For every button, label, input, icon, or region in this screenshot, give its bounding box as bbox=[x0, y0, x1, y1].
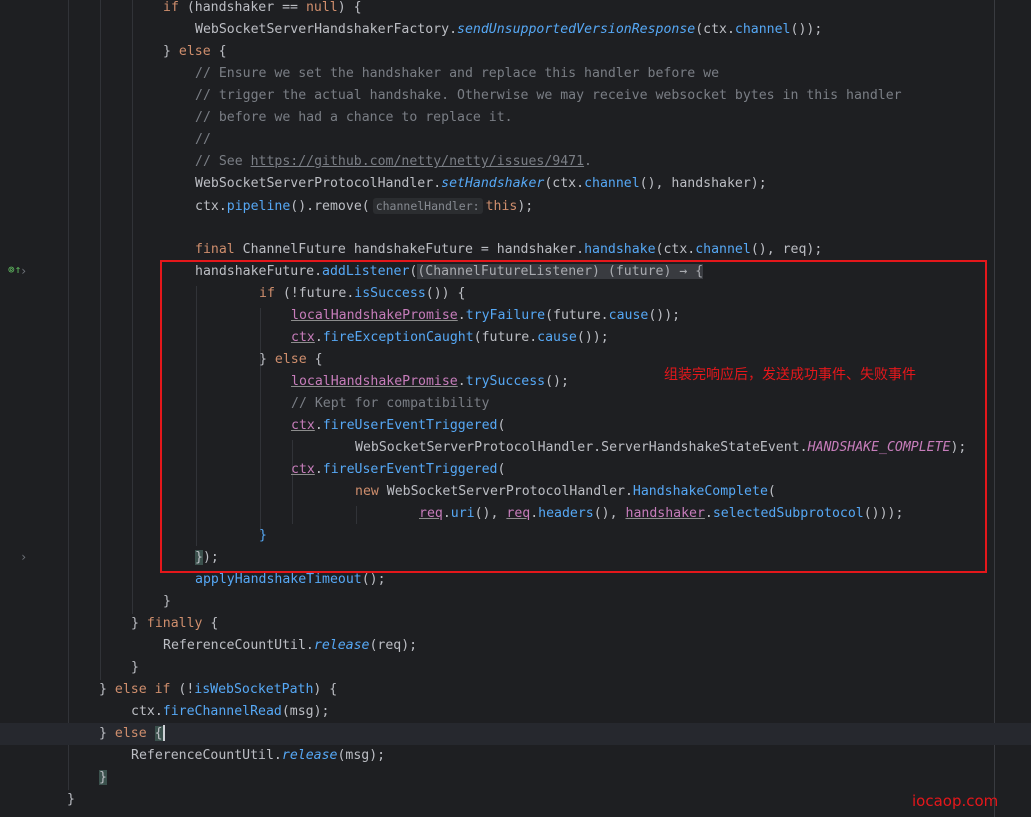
token: ) { bbox=[313, 682, 338, 697]
token: } bbox=[163, 594, 171, 609]
code-line[interactable]: // See https://github.com/netty/netty/is… bbox=[0, 151, 1031, 173]
code-line[interactable]: WebSocketServerProtocolHandler.setHandsh… bbox=[0, 173, 1031, 195]
code-line[interactable]: } finally { bbox=[0, 613, 1031, 635]
token: (ctx. bbox=[655, 242, 696, 257]
token: (! bbox=[170, 682, 195, 697]
token: ctx. bbox=[131, 704, 163, 719]
comment: // before we had a chance to replace it. bbox=[195, 110, 513, 125]
token: WebSocketServerProtocolHandler bbox=[195, 176, 434, 191]
token: else if bbox=[114, 682, 171, 697]
annotation-text: 组装完响应后，发送成功事件、失败事件 bbox=[664, 367, 916, 383]
token: . bbox=[449, 22, 458, 37]
code-line[interactable]: WebSocketServerHandshakerFactory.sendUns… bbox=[0, 19, 1031, 41]
code-line[interactable]: ctx.pipeline().remove(channelHandler: thi… bbox=[0, 195, 1031, 217]
token: release bbox=[313, 638, 370, 653]
code-line[interactable]: ReferenceCountUtil.release(msg); bbox=[0, 745, 1031, 767]
token: else bbox=[178, 44, 211, 59]
token: (handshaker == bbox=[178, 0, 306, 15]
token: { bbox=[202, 616, 219, 631]
token: applyHandshakeTimeout bbox=[195, 572, 362, 587]
comment: // trigger the actual handshake. Otherwi… bbox=[195, 88, 902, 103]
token: handshakeFuture = handshaker. bbox=[345, 242, 585, 257]
token: } bbox=[163, 44, 179, 59]
comment: // Ensure we set the handshaker and repl… bbox=[195, 66, 720, 81]
token: else bbox=[114, 726, 147, 741]
code-line[interactable]: ctx.fireChannelRead(msg); bbox=[0, 701, 1031, 723]
token: } bbox=[67, 792, 75, 807]
comment: . bbox=[584, 154, 592, 169]
token: (ctx. bbox=[695, 22, 735, 37]
token: setHandshaker bbox=[441, 176, 545, 191]
token: (msg); bbox=[337, 748, 386, 763]
code-line[interactable]: ReferenceCountUtil.release(req); bbox=[0, 635, 1031, 657]
matched-brace: { bbox=[154, 726, 163, 741]
code-line[interactable]: if (handshaker == null) { bbox=[0, 0, 1031, 19]
token: finally bbox=[146, 616, 203, 631]
token: (); bbox=[361, 572, 386, 587]
code-line[interactable]: } bbox=[0, 767, 1031, 789]
token: ReferenceCountUtil bbox=[131, 748, 274, 763]
token: channel bbox=[584, 176, 640, 191]
token: (), handshaker); bbox=[639, 176, 767, 191]
token: if bbox=[163, 0, 179, 15]
token: this bbox=[485, 199, 518, 214]
watermark: iocaop.com bbox=[912, 792, 999, 810]
issue-link[interactable]: https://github.com/netty/netty/issues/94… bbox=[251, 154, 584, 169]
code-line[interactable]: // trigger the actual handshake. Otherwi… bbox=[0, 85, 1031, 107]
comment: // See bbox=[195, 154, 251, 169]
token: (msg); bbox=[281, 704, 330, 719]
token: null bbox=[305, 0, 338, 15]
token: . bbox=[305, 638, 314, 653]
token: ().remove( bbox=[290, 199, 370, 214]
token: WebSocketServerHandshakerFactory bbox=[195, 22, 450, 37]
code-line[interactable]: } else if (!isWebSocketPath) { bbox=[0, 679, 1031, 701]
code-editor[interactable]: implements-method-icon ⊚↑ › › if (handsh… bbox=[0, 0, 1031, 817]
code-line[interactable]: // before we had a chance to replace it. bbox=[0, 107, 1031, 129]
token: channel bbox=[734, 22, 791, 37]
token: (req); bbox=[369, 638, 418, 653]
text-caret bbox=[162, 725, 165, 741]
token: } bbox=[131, 660, 139, 675]
code-line[interactable]: } else { bbox=[0, 41, 1031, 63]
token: channel bbox=[695, 242, 751, 257]
token: { bbox=[210, 44, 227, 59]
code-line[interactable]: // Ensure we set the handshaker and repl… bbox=[0, 63, 1031, 85]
code-line[interactable]: // bbox=[0, 129, 1031, 151]
token: (ctx. bbox=[544, 176, 585, 191]
token: release bbox=[281, 748, 338, 763]
token: final bbox=[195, 242, 235, 257]
token: . bbox=[433, 176, 442, 191]
token: ); bbox=[517, 199, 534, 214]
comment: // bbox=[195, 132, 211, 147]
token: ) { bbox=[337, 0, 362, 15]
code-line[interactable]: } bbox=[0, 657, 1031, 679]
token: ()); bbox=[790, 22, 823, 37]
token: sendUnsupportedVersionResponse bbox=[457, 22, 696, 37]
code-line-current[interactable]: } else { bbox=[0, 723, 1031, 745]
token: ctx. bbox=[195, 199, 227, 214]
token: . bbox=[273, 748, 282, 763]
token: } bbox=[99, 682, 115, 697]
token: pipeline bbox=[226, 199, 291, 214]
code-line[interactable]: } bbox=[0, 789, 1031, 811]
token: } bbox=[131, 616, 147, 631]
highlight-box bbox=[160, 260, 987, 573]
code-line[interactable]: } bbox=[0, 591, 1031, 613]
token: ChannelFuture bbox=[242, 242, 346, 257]
token: isWebSocketPath bbox=[194, 682, 314, 697]
token: fireChannelRead bbox=[162, 704, 282, 719]
token: ReferenceCountUtil bbox=[163, 638, 306, 653]
token: } bbox=[99, 726, 115, 741]
token: (), req); bbox=[750, 242, 823, 257]
matched-brace: } bbox=[99, 770, 107, 785]
token: handshake bbox=[584, 242, 656, 257]
code-line[interactable]: final ChannelFuture handshakeFuture = ha… bbox=[0, 239, 1031, 261]
parameter-hint: channelHandler: bbox=[372, 198, 483, 214]
